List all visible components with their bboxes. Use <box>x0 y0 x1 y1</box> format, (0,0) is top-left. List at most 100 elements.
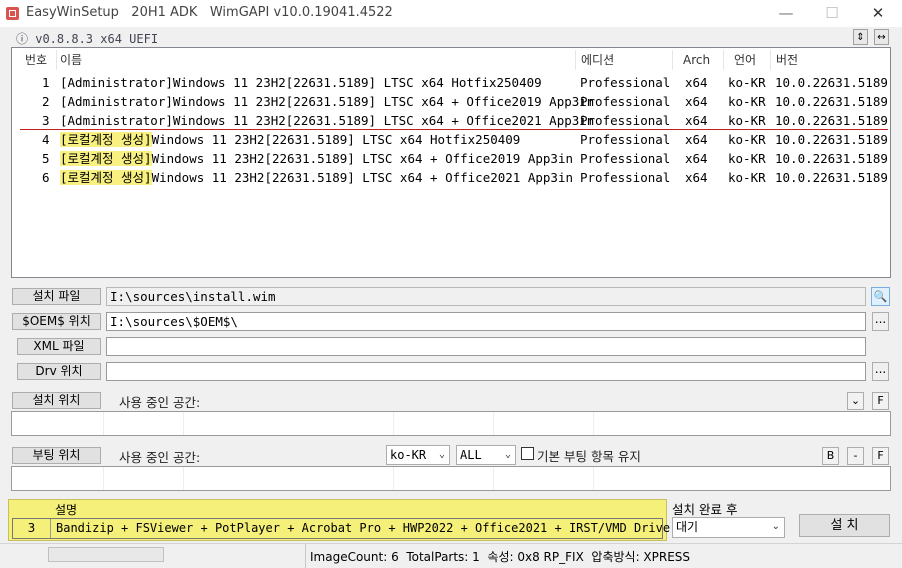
row-num: 4 <box>42 132 50 147</box>
row-lang: ko-KR <box>728 75 766 90</box>
row-version: 10.0.22631.5189 <box>775 151 888 166</box>
description-field[interactable]: 3 Bandizip + FSViewer + PotPlayer + Acro… <box>12 518 677 539</box>
column-divider <box>672 50 673 70</box>
xml-file-button[interactable]: XML 파일 <box>17 338 101 355</box>
boot-minus-button[interactable]: - <box>847 447 864 465</box>
row-name: [Administrator]Windows 11 23H2[22631.518… <box>60 92 594 111</box>
chevron-down-icon: ⌄ <box>504 449 511 460</box>
row-title: Windows 11 23H2[22631.5189] LTSC x64 + O… <box>172 94 595 109</box>
boot-b-button[interactable]: B <box>822 447 839 465</box>
language-select[interactable]: ko-KR ⌄ <box>386 445 450 465</box>
column-header-num[interactable]: 번호 <box>25 48 47 72</box>
table-row[interactable]: 4 [로컬계정 생성]Windows 11 23H2[22631.5189] LT… <box>12 130 890 149</box>
boot-f-button[interactable]: F <box>872 447 889 465</box>
row-num: 2 <box>42 94 50 109</box>
boot-location-button[interactable]: 부팅 위치 <box>12 447 101 464</box>
row-name: [Administrator]Windows 11 23H2[22631.518… <box>60 73 542 92</box>
row-prefix: [로컬계정 생성] <box>60 151 152 166</box>
install-file-button[interactable]: 설치 파일 <box>12 288 101 305</box>
install-file-field[interactable]: I:\sources\install.wim <box>106 287 866 306</box>
table-row[interactable]: 6 [로컬계정 생성]Windows 11 23H2[22631.5189] LT… <box>12 168 890 187</box>
row-num: 3 <box>42 113 50 128</box>
scope-select[interactable]: ALL ⌄ <box>456 445 516 465</box>
install-space-label: 사용 중인 공간: <box>119 395 201 410</box>
expand-icon[interactable]: ↔ <box>874 29 889 45</box>
column-divider <box>56 50 57 70</box>
row-prefix: [Administrator] <box>60 113 173 128</box>
window-title: EasyWinSetup 20H1 ADK WimGAPI v10.0.1904… <box>26 5 393 20</box>
drv-location-field[interactable] <box>106 362 866 381</box>
oem-location-field[interactable]: I:\sources\$OEM$\ <box>106 312 866 331</box>
row-arch: x64 <box>685 94 708 109</box>
maximize-button[interactable]: ☐ <box>809 0 855 27</box>
description-num: 3 <box>13 519 51 538</box>
description-panel: 설명 3 Bandizip + FSViewer + PotPlayer + A… <box>8 499 677 541</box>
table-row[interactable]: 2 [Administrator]Windows 11 23H2[22631.51… <box>12 92 890 111</box>
minimize-button[interactable]: — <box>763 0 809 27</box>
column-divider <box>575 50 576 70</box>
row-version: 10.0.22631.5189 <box>775 132 888 147</box>
column-header-lang[interactable]: 언어 <box>734 48 756 72</box>
row-lang: ko-KR <box>728 113 766 128</box>
drv-location-button[interactable]: Drv 위치 <box>17 363 101 380</box>
column-divider <box>723 50 724 70</box>
row-edition: Professional <box>580 132 671 147</box>
sort-icon[interactable]: ⇕ <box>853 29 868 45</box>
oem-location-button[interactable]: $OEM$ 위치 <box>12 313 101 330</box>
row-arch: x64 <box>685 151 708 166</box>
after-install-select[interactable]: 대기 ⌄ <box>672 517 785 538</box>
boot-space-label: 사용 중인 공간: <box>119 450 201 465</box>
description-header: 설명 <box>55 503 78 517</box>
status-bar: ImageCount: 6 TotalParts: 1 속성: 0x8 RP_F… <box>0 543 902 568</box>
row-title: Windows 11 23H2[22631.5189] LTSC x64 Hot… <box>151 132 521 147</box>
column-header-version[interactable]: 버전 <box>776 48 798 72</box>
oem-browse-button[interactable]: ... <box>872 312 889 331</box>
install-dropdown-button[interactable]: ⌄ <box>847 392 864 410</box>
drv-browse-button[interactable]: ... <box>872 362 889 381</box>
row-arch: x64 <box>685 113 708 128</box>
column-divider <box>770 50 771 70</box>
chevron-down-icon: ⌄ <box>771 521 780 532</box>
column-header-name[interactable]: 이름 <box>60 48 82 72</box>
close-button[interactable]: ✕ <box>855 0 901 27</box>
table-row[interactable]: 3 [Administrator]Windows 11 23H2[22631.51… <box>12 111 890 130</box>
row-name: [로컬계정 생성]Windows 11 23H2[22631.5189] LTS… <box>60 130 520 149</box>
row-title: Windows 11 23H2[22631.5189] LTSC x64 + O… <box>151 170 574 185</box>
table-row[interactable]: 1 [Administrator]Windows 11 23H2[22631.51… <box>12 73 890 92</box>
status-text: ImageCount: 6 TotalParts: 1 속성: 0x8 RP_F… <box>310 550 691 564</box>
row-prefix: [Administrator] <box>60 94 173 109</box>
row-version: 10.0.22631.5189 <box>775 113 888 128</box>
row-name: [Administrator]Windows 11 23H2[22631.518… <box>60 111 594 130</box>
keep-boot-label: 기본 부팅 항목 유지 <box>537 449 641 464</box>
install-location-button[interactable]: 설치 위치 <box>12 392 101 409</box>
row-edition: Professional <box>580 151 671 166</box>
row-edition: Professional <box>580 75 671 90</box>
install-button[interactable]: 설 치 <box>799 514 890 537</box>
row-version: 10.0.22631.5189 <box>775 75 888 90</box>
column-header-edition[interactable]: 에디션 <box>581 48 614 72</box>
install-f-button[interactable]: F <box>872 392 889 410</box>
xml-file-field[interactable] <box>106 337 866 356</box>
version-label: ⓘ v0.8.8.3 x64 UEFI <box>16 32 159 46</box>
row-version: 10.0.22631.5189 <box>775 170 888 185</box>
keep-boot-checkbox[interactable] <box>521 447 534 460</box>
app-icon <box>6 7 19 20</box>
row-arch: x64 <box>685 132 708 147</box>
column-header-arch[interactable]: Arch <box>683 48 710 72</box>
row-prefix: [로컬계정 생성] <box>60 132 152 147</box>
row-title: Windows 11 23H2[22631.5189] LTSC x64 Hot… <box>172 75 542 90</box>
row-num: 5 <box>42 151 50 166</box>
row-title: Windows 11 23H2[22631.5189] LTSC x64 + O… <box>151 151 574 166</box>
search-icon[interactable]: 🔍 <box>871 287 890 306</box>
row-num: 1 <box>42 75 50 90</box>
boot-partition-box[interactable] <box>11 466 891 491</box>
row-prefix: [로컬계정 생성] <box>60 170 152 185</box>
table-row[interactable]: 5 [로컬계정 생성]Windows 11 23H2[22631.5189] LT… <box>12 149 890 168</box>
row-name: [로컬계정 생성]Windows 11 23H2[22631.5189] LTS… <box>60 168 573 187</box>
row-lang: ko-KR <box>728 132 766 147</box>
chevron-down-icon: ⌄ <box>438 449 445 460</box>
row-num: 6 <box>42 170 50 185</box>
row-name: [로컬계정 생성]Windows 11 23H2[22631.5189] LTS… <box>60 149 573 168</box>
image-list[interactable]: 번호 이름 에디션 Arch 언어 버전 1 [Administrator]Win… <box>11 47 891 278</box>
install-partition-box[interactable] <box>11 411 891 436</box>
